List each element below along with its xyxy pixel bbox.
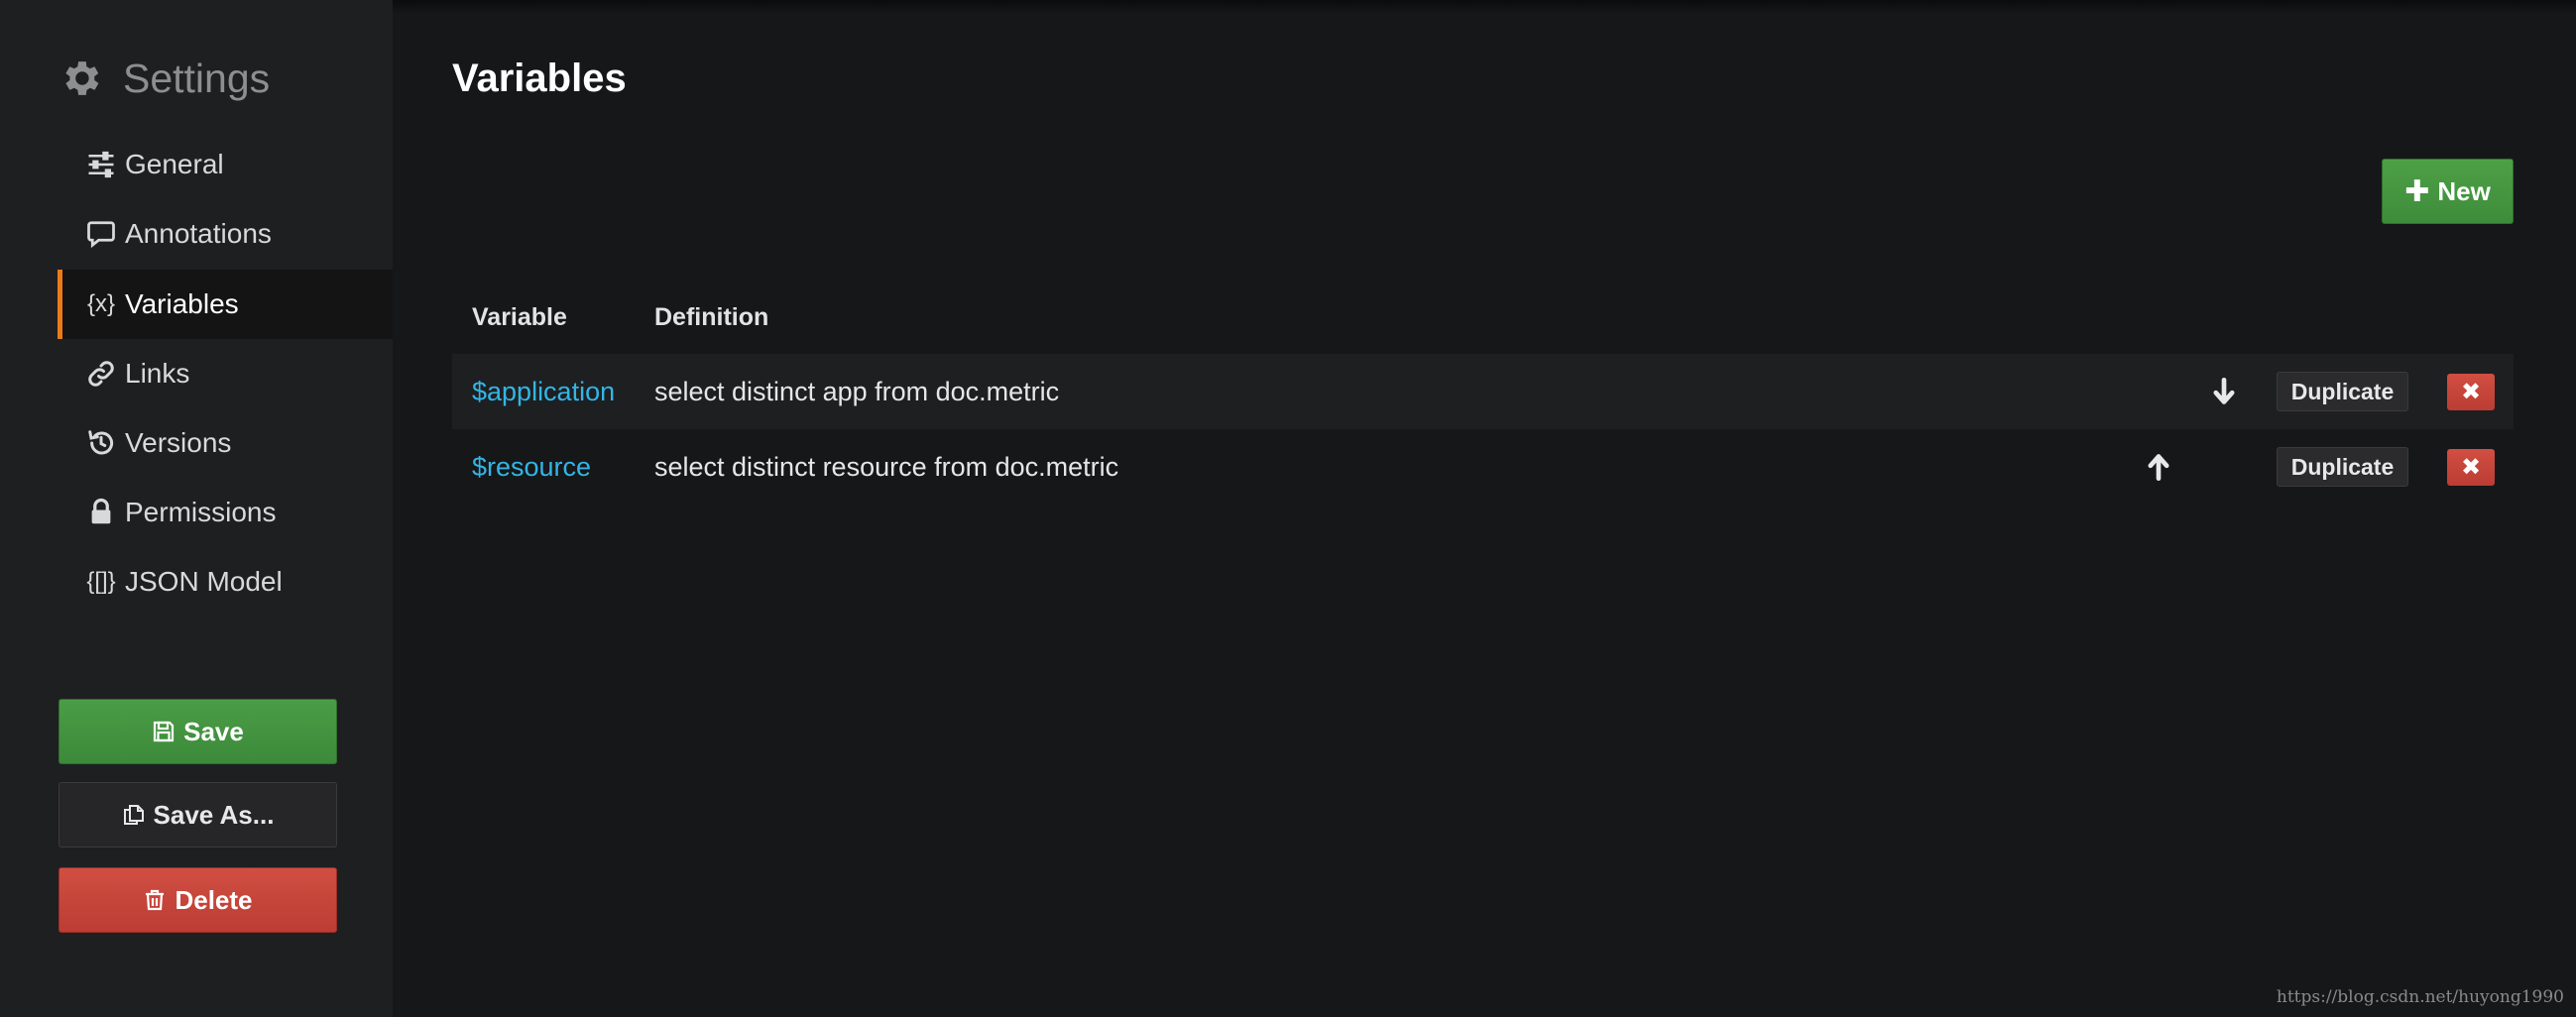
delete-button-label: Delete [175, 884, 253, 915]
sidebar-item-links[interactable]: Links [58, 339, 393, 408]
remove-variable-button[interactable]: ✖ [2447, 374, 2495, 410]
comment-icon [85, 218, 117, 250]
settings-sidebar: Settings General Annotations {x} Variabl… [0, 0, 393, 1017]
save-as-button[interactable]: Save As... [59, 782, 337, 848]
sidebar-title: Settings [58, 52, 270, 105]
column-header-definition: Definition [654, 302, 769, 331]
save-button-label: Save [183, 716, 244, 746]
new-variable-button[interactable]: ✚ New [2382, 159, 2514, 224]
variable-name-link[interactable]: $application [472, 354, 615, 429]
sidebar-item-label: Links [125, 358, 190, 389]
variable-definition: select distinct resource from doc.metric [654, 451, 1119, 482]
sidebar-item-label: Annotations [125, 218, 272, 249]
sidebar-title-text: Settings [123, 55, 271, 101]
duplicate-button[interactable]: Duplicate [2277, 447, 2408, 487]
sidebar-item-label: Permissions [125, 497, 277, 527]
sidebar-item-label: JSON Model [125, 566, 283, 597]
arrow-down-icon[interactable] [2204, 372, 2244, 411]
save-icon [154, 721, 175, 742]
variable-name-link[interactable]: $resource [472, 429, 591, 505]
app: Settings General Annotations {x} Variabl… [0, 0, 2576, 1017]
sidebar-item-json-model[interactable]: {[]} JSON Model [58, 547, 393, 617]
table-row: $resource select distinct resource from … [452, 429, 2514, 505]
delete-button[interactable]: Delete [59, 867, 337, 933]
sidebar-item-label: General [125, 149, 224, 179]
new-button-label: New [2437, 175, 2491, 206]
page-title: Variables [452, 56, 627, 100]
sliders-icon [85, 149, 117, 180]
duplicate-button[interactable]: Duplicate [2277, 372, 2408, 411]
save-as-button-label: Save As... [153, 799, 275, 830]
remove-variable-button[interactable]: ✖ [2447, 449, 2495, 486]
sidebar-item-annotations[interactable]: Annotations [58, 199, 393, 269]
link-icon [85, 358, 117, 390]
table-row: $application select distinct app from do… [452, 354, 2514, 429]
watermark: https://blog.csdn.net/huyong1990 [2276, 987, 2564, 1007]
save-button[interactable]: Save [59, 699, 337, 764]
history-icon [85, 427, 117, 459]
gear-icon [65, 61, 99, 95]
column-header-variable: Variable [472, 302, 567, 331]
arrow-up-icon[interactable] [2139, 447, 2178, 487]
json-icon: {[]} [86, 568, 116, 595]
sidebar-item-label: Variables [125, 288, 239, 319]
sidebar-item-permissions[interactable]: Permissions [58, 478, 393, 547]
sidebar-item-general[interactable]: General [58, 130, 393, 199]
sidebar-item-label: Versions [125, 427, 232, 458]
trash-icon [146, 889, 165, 911]
sidebar-item-versions[interactable]: Versions [58, 408, 393, 478]
variable-icon: {x} [86, 290, 116, 317]
sidebar-item-variables[interactable]: {x} Variables [58, 270, 393, 339]
variable-definition: select distinct app from doc.metric [654, 376, 1060, 406]
plus-icon: ✚ [2404, 174, 2430, 208]
lock-icon [85, 497, 117, 528]
copy-icon [123, 805, 144, 825]
